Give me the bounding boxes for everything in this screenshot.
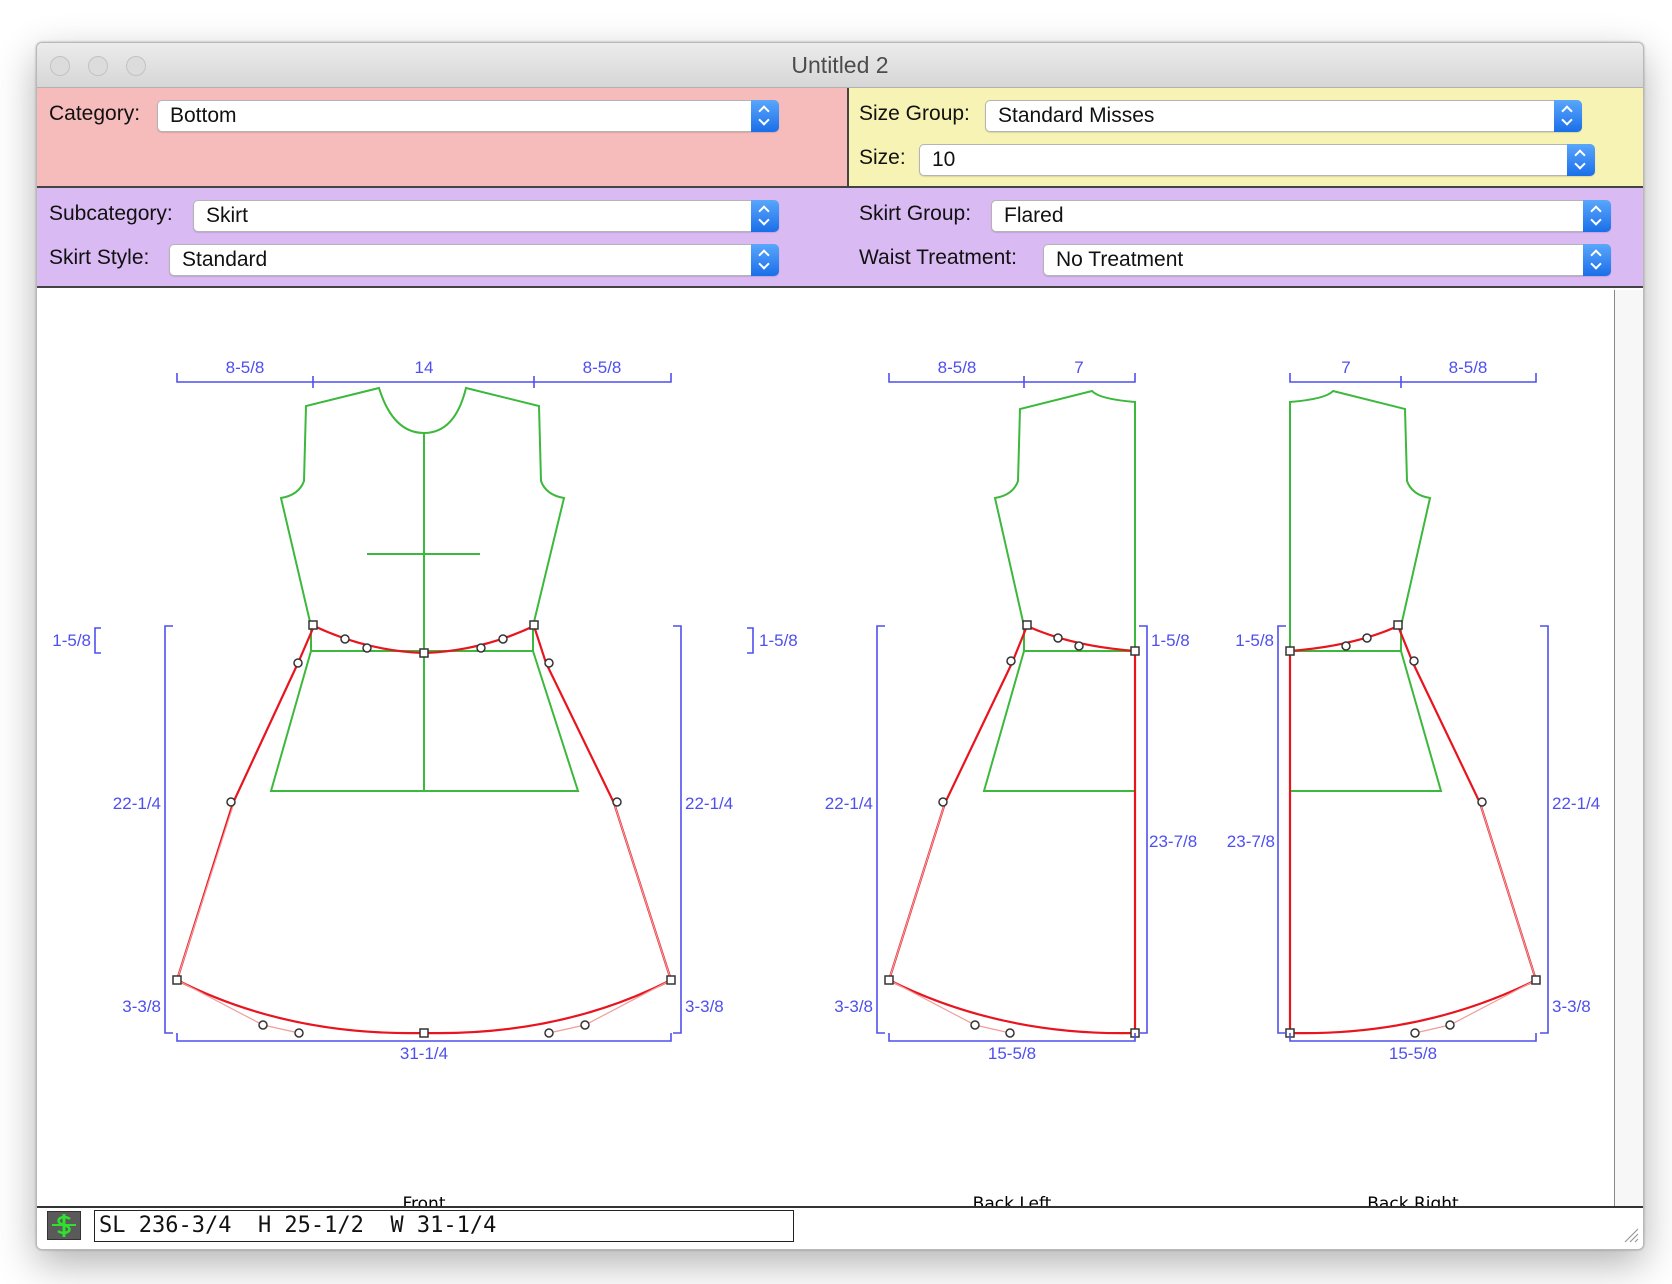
back-left-dim-side-left: 22-1/4	[825, 794, 873, 813]
app-window: Untitled 2 Category: Bottom Size Group: …	[36, 42, 1644, 1250]
title-bar: Untitled 2	[37, 43, 1643, 88]
front-dim-hem-right: 3-3/8	[685, 997, 724, 1016]
back-left-pattern: 8-5/8 7 1-5/8 22-1/4 23-7/8 3-3/8 15-5/8…	[825, 358, 1197, 1214]
front-dim-bottom: 31-1/4	[400, 1044, 448, 1063]
back-left-control-points	[884, 620, 1140, 1038]
style-panel: Subcategory: Skirt Skirt Style: Standard…	[37, 188, 1643, 288]
size-value: 10	[932, 148, 956, 171]
resize-grip-icon[interactable]	[1621, 1225, 1639, 1243]
front-caption: Front	[403, 1194, 446, 1206]
back-left-skirt-ghost	[888, 802, 1011, 1034]
skirt-style-value: Standard	[182, 248, 268, 271]
size-group-label: Size Group:	[859, 102, 970, 125]
dollar-icon[interactable]	[47, 1211, 81, 1240]
category-label: Category:	[49, 102, 141, 125]
back-right-pattern: 7 8-5/8 1-5/8 23-7/8 22-1/4 3-3/8 15-5/8…	[1227, 358, 1600, 1214]
front-dim-waist-right: 1-5/8	[759, 631, 798, 650]
status-measurements: SL 236-3/4 H 25-1/2 W 31-1/4	[94, 1210, 794, 1242]
skirt-style-label: Skirt Style:	[49, 246, 150, 269]
back-left-skirt-outline	[887, 624, 1137, 1035]
pattern-canvas[interactable]: 8-5/8 14 8-5/8 1-5/8 1-5/8 22-1/4 22-1/4…	[37, 290, 1614, 1214]
popup-chevron-icon	[1567, 144, 1595, 176]
back-left-bodice-outline	[982, 389, 1136, 792]
subcategory-label: Subcategory:	[49, 202, 173, 225]
pattern-drawing: 8-5/8 14 8-5/8 1-5/8 1-5/8 22-1/4 22-1/4…	[52, 358, 1600, 1214]
front-dim-top-center: 14	[415, 358, 434, 377]
back-right-dim-waist-left: 1-5/8	[1235, 631, 1274, 650]
skirt-group-label: Skirt Group:	[859, 202, 972, 225]
front-dim-top-left: 8-5/8	[226, 358, 265, 377]
back-left-dim-top-left: 8-5/8	[938, 358, 977, 377]
popup-chevron-icon	[751, 100, 779, 132]
subcategory-value: Skirt	[206, 204, 248, 227]
back-left-dim-top-right: 7	[1074, 358, 1083, 377]
back-left-caption: Back Left	[973, 1194, 1052, 1206]
waist-treatment-popup[interactable]: No Treatment	[1043, 244, 1611, 276]
back-right-dim-bottom: 15-5/8	[1389, 1044, 1437, 1063]
front-skirt-ghost	[176, 802, 672, 1034]
vertical-scrollbar[interactable]	[1614, 290, 1643, 1206]
category-value: Bottom	[170, 104, 237, 127]
waist-treatment-label: Waist Treatment:	[859, 246, 1017, 269]
back-right-dim-top-right: 8-5/8	[1449, 358, 1488, 377]
popup-chevron-icon	[1583, 244, 1611, 276]
popup-chevron-icon	[1583, 200, 1611, 232]
window-title: Untitled 2	[791, 52, 889, 78]
front-dim-top-right: 8-5/8	[583, 358, 622, 377]
waist-treatment-value: No Treatment	[1056, 248, 1184, 271]
skirt-group-value: Flared	[1004, 204, 1064, 227]
status-text: SL 236-3/4 H 25-1/2 W 31-1/4	[99, 1213, 497, 1238]
skirt-style-popup[interactable]: Standard	[169, 244, 779, 276]
back-left-dim-hem-left: 3-3/8	[834, 997, 873, 1016]
back-right-control-points	[1285, 620, 1541, 1038]
front-pattern: 8-5/8 14 8-5/8 1-5/8 1-5/8 22-1/4 22-1/4…	[52, 358, 798, 1214]
back-right-dim-top-left: 7	[1341, 358, 1350, 377]
subcategory-popup[interactable]: Skirt	[193, 200, 779, 232]
back-left-dim-waist-right: 1-5/8	[1151, 631, 1190, 650]
popup-chevron-icon	[751, 200, 779, 232]
back-right-caption: Back Right	[1367, 1194, 1459, 1206]
front-dim-waist-left: 1-5/8	[52, 631, 91, 650]
back-left-dim-center: 23-7/8	[1149, 832, 1197, 851]
back-right-bodice-outline	[1289, 389, 1443, 792]
front-dim-side-left: 22-1/4	[113, 794, 161, 813]
category-panel: Category: Bottom	[37, 88, 849, 188]
skirt-group-popup[interactable]: Flared	[991, 200, 1611, 232]
size-label: Size:	[859, 146, 906, 169]
category-popup[interactable]: Bottom	[157, 100, 779, 132]
back-left-dimension-lines	[876, 373, 1148, 1042]
front-dim-side-right: 22-1/4	[685, 794, 733, 813]
back-right-dimension-lines	[1277, 373, 1549, 1042]
back-right-skirt-ghost	[1414, 802, 1537, 1034]
back-right-skirt-outline	[1288, 624, 1538, 1035]
size-group-popup[interactable]: Standard Misses	[985, 100, 1582, 132]
front-bodice-outline	[279, 386, 566, 627]
popup-chevron-icon	[751, 244, 779, 276]
popup-chevron-icon	[1554, 100, 1582, 132]
size-group-value: Standard Misses	[998, 104, 1155, 127]
size-popup[interactable]: 10	[919, 144, 1595, 176]
back-right-dim-hem-right: 3-3/8	[1552, 997, 1591, 1016]
back-right-dim-center: 23-7/8	[1227, 832, 1275, 851]
back-right-dim-side-right: 22-1/4	[1552, 794, 1600, 813]
back-left-dim-bottom: 15-5/8	[988, 1044, 1036, 1063]
front-dim-hem-left: 3-3/8	[122, 997, 161, 1016]
size-panel: Size Group: Standard Misses Size: 10	[849, 88, 1643, 188]
status-bar: SL 236-3/4 H 25-1/2 W 31-1/4	[37, 1208, 1643, 1249]
